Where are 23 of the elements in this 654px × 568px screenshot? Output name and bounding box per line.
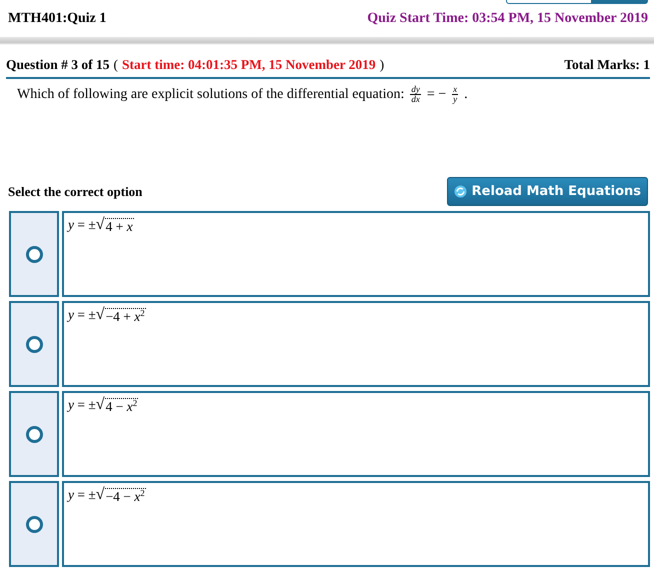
quiz-start-time: Quiz Start Time: 03:54 PM, 15 November 2019 [367, 11, 648, 27]
period: . [464, 86, 468, 102]
question-start-time: Start time: 04:01:35 PM, 15 November 2019 [122, 57, 376, 73]
radio-button[interactable] [26, 426, 42, 442]
refresh-icon [454, 185, 467, 198]
total-marks: Total Marks: 1 [564, 57, 650, 73]
question-text: Which of following are explicit solutions of the differential equation: [17, 86, 404, 102]
reload-button[interactable]: Reload Math Equations [446, 177, 648, 206]
fraction: x y [452, 85, 458, 104]
paren: ) [380, 57, 384, 73]
equation-operator: = − [426, 86, 446, 102]
fraction: dy dx [410, 85, 421, 104]
answer-formula: y = ±√−4 + x$^{2}$ [68, 307, 146, 324]
paren: ( [114, 57, 118, 73]
question-number: Question # 3 of 15 [6, 57, 110, 73]
answer-formula: y = ±√4 − x$^{2}$ [68, 397, 138, 414]
answer-formula: y = ±√−4 − x$^{2}$ [68, 487, 146, 504]
radio-button[interactable] [26, 336, 42, 352]
quiz-title: MTH401:Quiz 1 [8, 11, 106, 27]
answer-formula: y = ±√4 + x [68, 217, 134, 234]
radio-button[interactable] [26, 516, 42, 532]
instruction-text: Select the correct option [8, 184, 142, 200]
radio-button[interactable] [26, 246, 42, 262]
